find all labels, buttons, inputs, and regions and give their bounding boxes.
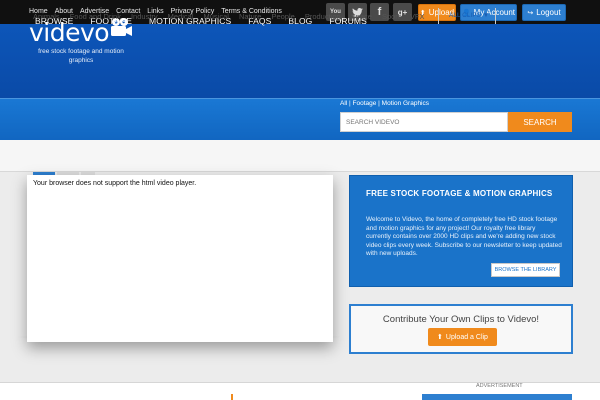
search-input[interactable]	[340, 112, 508, 132]
category-bar	[0, 140, 600, 172]
promo-title: FREE STOCK FOOTAGE & MOTION GRAPHICS	[366, 189, 553, 198]
upload-icon: ⬆	[437, 334, 443, 341]
upload-clip-button[interactable]: ⬆ Upload a Clip	[428, 328, 497, 346]
category-musical[interactable]: Musical	[204, 12, 229, 21]
category-medical[interactable]: Medical	[168, 12, 194, 21]
logout-icon: ↪	[527, 9, 534, 17]
category-vfx[interactable]: VFX	[410, 12, 425, 21]
search-scope-links[interactable]: All | Footage | Motion Graphics	[340, 100, 429, 107]
category-food-and-drink[interactable]: Food and Drink	[70, 12, 121, 21]
category-list: Animals Food and Drink Industry Medical …	[33, 12, 424, 21]
category-sport[interactable]: Sport	[382, 12, 400, 21]
category-space[interactable]: Space	[351, 12, 372, 21]
category-animals[interactable]: Animals	[33, 12, 60, 21]
all-clips-dropdown[interactable]: ALL CLIPS ▼	[449, 12, 489, 19]
contribute-title: Contribute Your Own Clips to Videvo!	[382, 314, 540, 325]
category-people[interactable]: People	[271, 12, 294, 21]
video-fallback-message: Your browser does not support the html v…	[33, 180, 197, 187]
logout-button[interactable]: ↪ Logout	[522, 4, 566, 21]
advertisement-label: ADVERTISEMENT	[476, 383, 523, 389]
promo-body: Welcome to Videvo, the home of completel…	[366, 216, 562, 257]
category-divider	[438, 8, 439, 24]
category-divider	[495, 8, 496, 24]
search-button[interactable]: SEARCH	[508, 112, 572, 132]
advertisement-block[interactable]	[422, 394, 572, 400]
contribute-panel: Contribute Your Own Clips to Videvo! ⬆ U…	[349, 304, 573, 354]
browse-library-button[interactable]: BROWSE THE LIBRARY	[491, 263, 560, 277]
category-nature[interactable]: Nature	[239, 12, 262, 21]
site-tagline: free stock footage and motion graphics	[38, 48, 124, 64]
video-player[interactable]: Your browser does not support the html v…	[27, 175, 333, 342]
promo-panel: FREE STOCK FOOTAGE & MOTION GRAPHICS Wel…	[349, 175, 573, 287]
category-production[interactable]: Production	[305, 12, 341, 21]
category-industry[interactable]: Industry	[131, 12, 158, 21]
decorative-line	[231, 394, 233, 400]
